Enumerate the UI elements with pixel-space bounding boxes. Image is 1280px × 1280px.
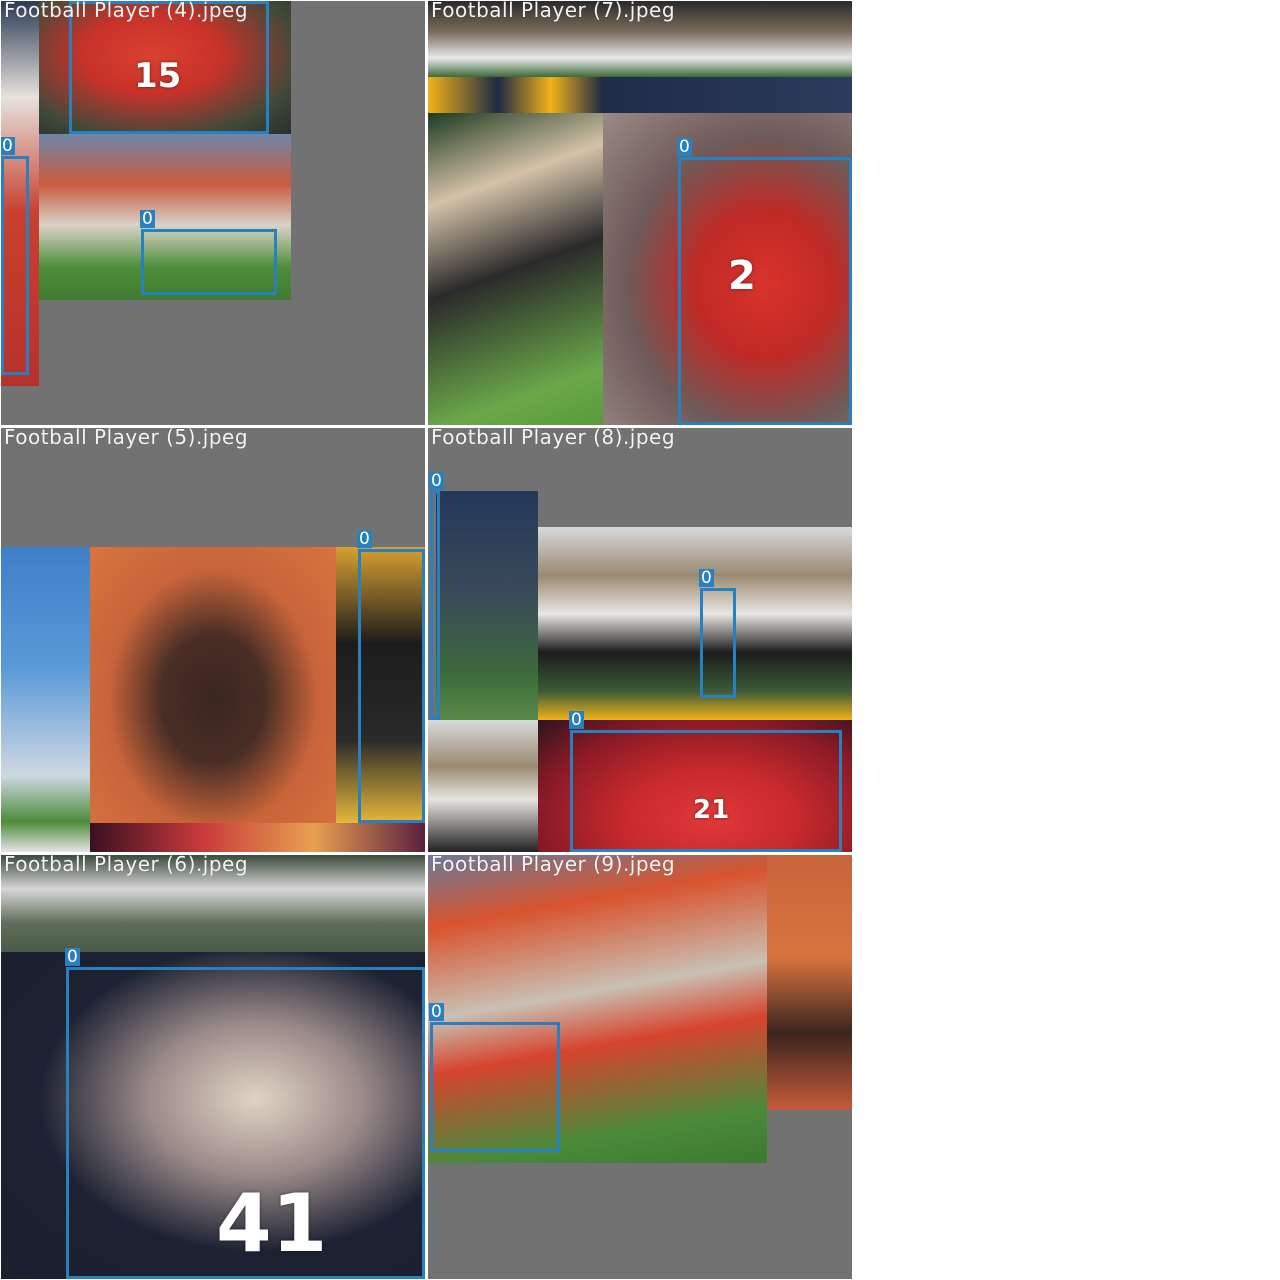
class-label: 0 [677,137,692,157]
bounding-box: 0 [699,569,736,698]
class-label: 0 [65,947,80,967]
photo-stadium-small [428,720,538,852]
bounding-box: 0 [429,1003,560,1152]
bounding-box: 0 [569,711,842,852]
class-label: 0 [699,568,714,588]
image-tile-1: 15 0 0 Football Player (4).jpeg [1,1,425,425]
class-label: 0 [429,471,444,491]
photo-color-streak [90,823,425,852]
bounding-box: 0 [1,137,29,375]
photo-blurred-field [436,491,538,720]
bounding-box: 0 [65,948,425,1279]
class-label: 0 [140,209,155,229]
image-tile-2: 2 0 Football Player (7).jpeg [428,1,852,425]
class-label: 0 [569,710,584,730]
class-label: 0 [357,529,372,549]
tile-title: Football Player (7).jpeg [431,1,676,22]
bounding-box: 0 [140,210,277,295]
photo-brown-quarterback [90,547,336,823]
image-tile-6: 0 Football Player (9).jpeg [428,855,852,1279]
bounding-box: 0 [677,138,852,425]
photo-turf-dark [603,77,852,113]
image-tile-5: 41 0 Football Player (6).jpeg [1,855,425,1279]
class-label: 0 [429,1002,444,1022]
bounding-box: 0 [429,472,444,720]
photo-stadium-huddle [538,527,852,720]
tile-title: Football Player (8).jpeg [431,428,676,449]
photo-turf-logo [428,77,603,113]
photo-right-crop [767,855,852,1110]
photo-quarterback-throw [428,113,603,425]
class-label: 0 [1,136,15,156]
image-tile-4: 21 0 0 0 Football Player (8).jpeg [428,428,852,852]
bounding-box: 0 [357,530,425,823]
mosaic-grid: 15 0 0 Football Player (4).jpeg 2 0 Foot… [0,0,853,1280]
tile-title: Football Player (5).jpeg [4,428,249,449]
tile-title: Football Player (9).jpeg [431,855,676,876]
photo-blue-team [1,547,90,852]
image-tile-3: 0 Football Player (5).jpeg [1,428,425,852]
tile-title: Football Player (6).jpeg [4,855,249,876]
tile-title: Football Player (4).jpeg [4,1,249,22]
